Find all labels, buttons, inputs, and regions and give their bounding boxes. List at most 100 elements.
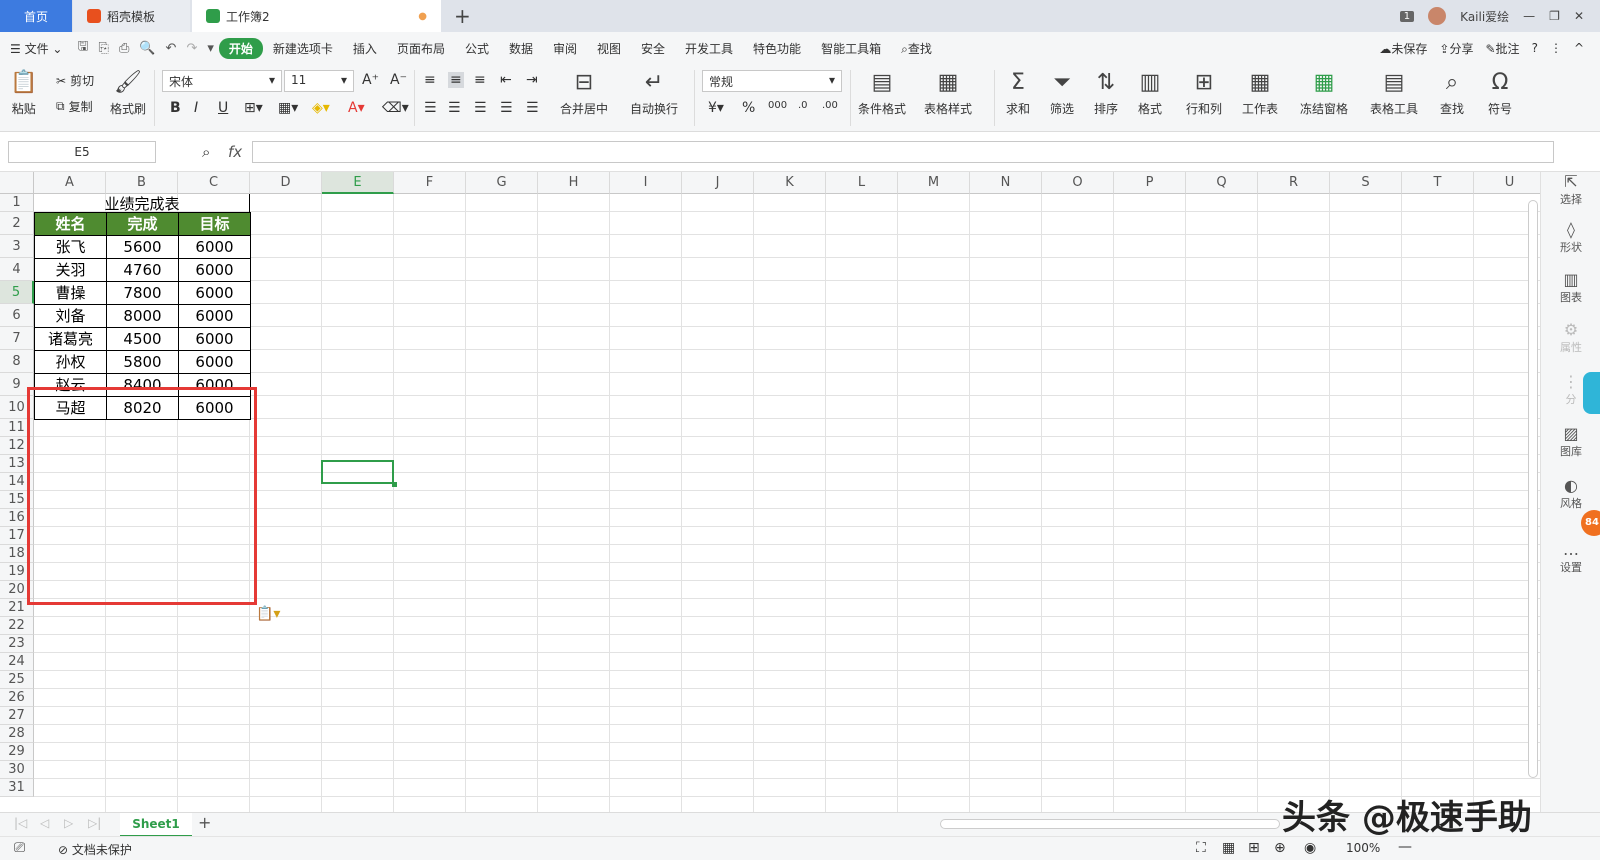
spreadsheet-grid[interactable]: ABCDEFGHIJKLMNOPQRSTU 1 2 3 4 5 6 7 8 9 10 11 12 13 1…: [0, 172, 1540, 812]
column-header[interactable]: O: [1042, 172, 1114, 194]
normal-view-icon[interactable]: ▦: [1222, 840, 1235, 856]
column-header[interactable]: G: [466, 172, 538, 194]
row-header[interactable]: 31: [0, 779, 34, 797]
table-cell[interactable]: 4760: [106, 258, 179, 282]
sidebar-item-select[interactable]: ⇱ 选择: [1541, 172, 1600, 207]
column-header[interactable]: T: [1402, 172, 1474, 194]
bold-icon[interactable]: B: [170, 100, 181, 116]
wrap-text-button[interactable]: ↵ 自动换行: [630, 68, 678, 117]
column-header[interactable]: Q: [1186, 172, 1258, 194]
horizontal-scrollbar[interactable]: [940, 819, 1280, 829]
column-header[interactable]: M: [898, 172, 970, 194]
table-header-cell[interactable]: 姓名: [34, 212, 107, 236]
minimize-icon[interactable]: —: [1523, 9, 1535, 23]
decrease-decimal-icon[interactable]: .00: [822, 100, 838, 111]
row-header[interactable]: 27: [0, 707, 34, 725]
row-header[interactable]: 25: [0, 671, 34, 689]
underline-icon[interactable]: U: [218, 100, 228, 116]
font-increase-icon[interactable]: A⁺: [362, 72, 379, 88]
sort-button[interactable]: ⇅ 排序: [1094, 68, 1118, 117]
sidebar-item-gallery[interactable]: ▨ 图库: [1541, 424, 1600, 459]
page-layout-view-icon[interactable]: ⊞: [1248, 840, 1260, 856]
menu-data[interactable]: 数据: [499, 40, 543, 57]
select-all-corner[interactable]: [0, 172, 34, 194]
collapse-icon[interactable]: ^: [1574, 41, 1584, 55]
fill-handle[interactable]: [392, 482, 397, 487]
column-header[interactable]: N: [970, 172, 1042, 194]
table-cell[interactable]: 6000: [178, 350, 251, 374]
formula-input[interactable]: [252, 141, 1554, 163]
table-cell[interactable]: 8000: [106, 304, 179, 328]
sidebar-item-chart[interactable]: ▥ 图表: [1541, 270, 1600, 305]
table-cell[interactable]: 刘备: [34, 304, 107, 328]
paste-button[interactable]: 📋 粘贴: [10, 68, 37, 117]
increase-decimal-icon[interactable]: .0: [798, 100, 808, 111]
window-count-badge[interactable]: 1: [1399, 10, 1415, 22]
zoom-level[interactable]: 100%: [1346, 841, 1380, 855]
align-left-icon[interactable]: ☰: [424, 100, 437, 116]
menu-search[interactable]: ⌕查找: [891, 40, 942, 57]
row-header[interactable]: 8: [0, 350, 34, 373]
menu-features[interactable]: 特色功能: [743, 40, 811, 57]
vertical-scrollbar[interactable]: [1528, 200, 1538, 778]
row-header[interactable]: 3: [0, 235, 34, 258]
table-cell[interactable]: 孙权: [34, 350, 107, 374]
menu-developer[interactable]: 开发工具: [675, 40, 743, 57]
print-icon[interactable]: ⎙: [114, 41, 134, 56]
export-icon[interactable]: ⎘: [94, 41, 114, 56]
align-right-icon[interactable]: ☰: [474, 100, 487, 116]
worksheet-button[interactable]: ▦ 工作表: [1242, 68, 1278, 117]
font-size-select[interactable]: 11 ▾: [284, 70, 354, 92]
row-header[interactable]: 28: [0, 725, 34, 743]
sidebar-item-settings[interactable]: … 设置: [1541, 540, 1600, 575]
macro-icon[interactable]: ⎚: [14, 840, 25, 856]
undo-icon[interactable]: ↶: [161, 41, 182, 56]
fill-color-icon[interactable]: ◈▾: [312, 100, 330, 116]
print-preview-icon[interactable]: 🔍: [134, 41, 160, 56]
italic-icon[interactable]: I: [194, 100, 198, 116]
font-decrease-icon[interactable]: A⁻: [390, 72, 407, 88]
row-header[interactable]: 5: [0, 281, 34, 304]
first-sheet-icon[interactable]: |◁: [14, 816, 27, 830]
table-header-cell[interactable]: 目标: [178, 212, 251, 236]
align-bottom-icon[interactable]: ≡: [474, 72, 486, 88]
row-header[interactable]: 23: [0, 635, 34, 653]
tab-docer-templates[interactable]: 稻壳模板: [73, 0, 190, 32]
column-header[interactable]: R: [1258, 172, 1330, 194]
symbol-button[interactable]: Ω 符号: [1488, 68, 1512, 117]
table-cell[interactable]: 4500: [106, 327, 179, 351]
table-header-cell[interactable]: 完成: [106, 212, 179, 236]
row-header[interactable]: 26: [0, 689, 34, 707]
sum-button[interactable]: Σ 求和: [1006, 68, 1030, 117]
row-header[interactable]: 29: [0, 743, 34, 761]
eye-protection-icon[interactable]: ◉: [1304, 840, 1316, 856]
doc-protect-status[interactable]: ⊘ 文档未保护: [58, 841, 132, 858]
table-cell[interactable]: 7800: [106, 281, 179, 305]
help-icon[interactable]: ?: [1532, 41, 1538, 55]
column-header[interactable]: P: [1114, 172, 1186, 194]
row-header[interactable]: 30: [0, 761, 34, 779]
align-middle-icon[interactable]: ≡: [448, 72, 464, 88]
row-header[interactable]: 1: [0, 194, 34, 212]
column-header[interactable]: U: [1474, 172, 1540, 194]
more-icon[interactable]: ⋮: [1550, 41, 1562, 55]
fx-icon[interactable]: fx: [228, 143, 242, 161]
column-header[interactable]: J: [682, 172, 754, 194]
font-color-icon[interactable]: A▾: [348, 100, 365, 116]
table-tools-button[interactable]: ▤ 表格工具: [1370, 68, 1418, 117]
row-col-button[interactable]: ⊞ 行和列: [1186, 68, 1222, 117]
name-box[interactable]: E5: [8, 141, 156, 163]
tab-workbook[interactable]: 工作簿2 ●: [192, 0, 441, 32]
column-header[interactable]: L: [826, 172, 898, 194]
find-button[interactable]: ⌕ 查找: [1440, 68, 1464, 117]
percent-icon[interactable]: %: [742, 100, 755, 116]
font-name-select[interactable]: 宋体 ▾: [162, 70, 282, 92]
align-center-icon[interactable]: ☰: [448, 100, 461, 116]
row-header[interactable]: 24: [0, 653, 34, 671]
table-cell[interactable]: 6000: [178, 327, 251, 351]
comment-button[interactable]: ✎批注: [1485, 40, 1519, 57]
clear-icon[interactable]: ⌫▾: [382, 100, 409, 116]
border-icon[interactable]: ⊞▾: [244, 100, 263, 116]
indent-decrease-icon[interactable]: ⇤: [500, 72, 512, 88]
cut-button[interactable]: ✂ 剪切: [56, 72, 94, 89]
